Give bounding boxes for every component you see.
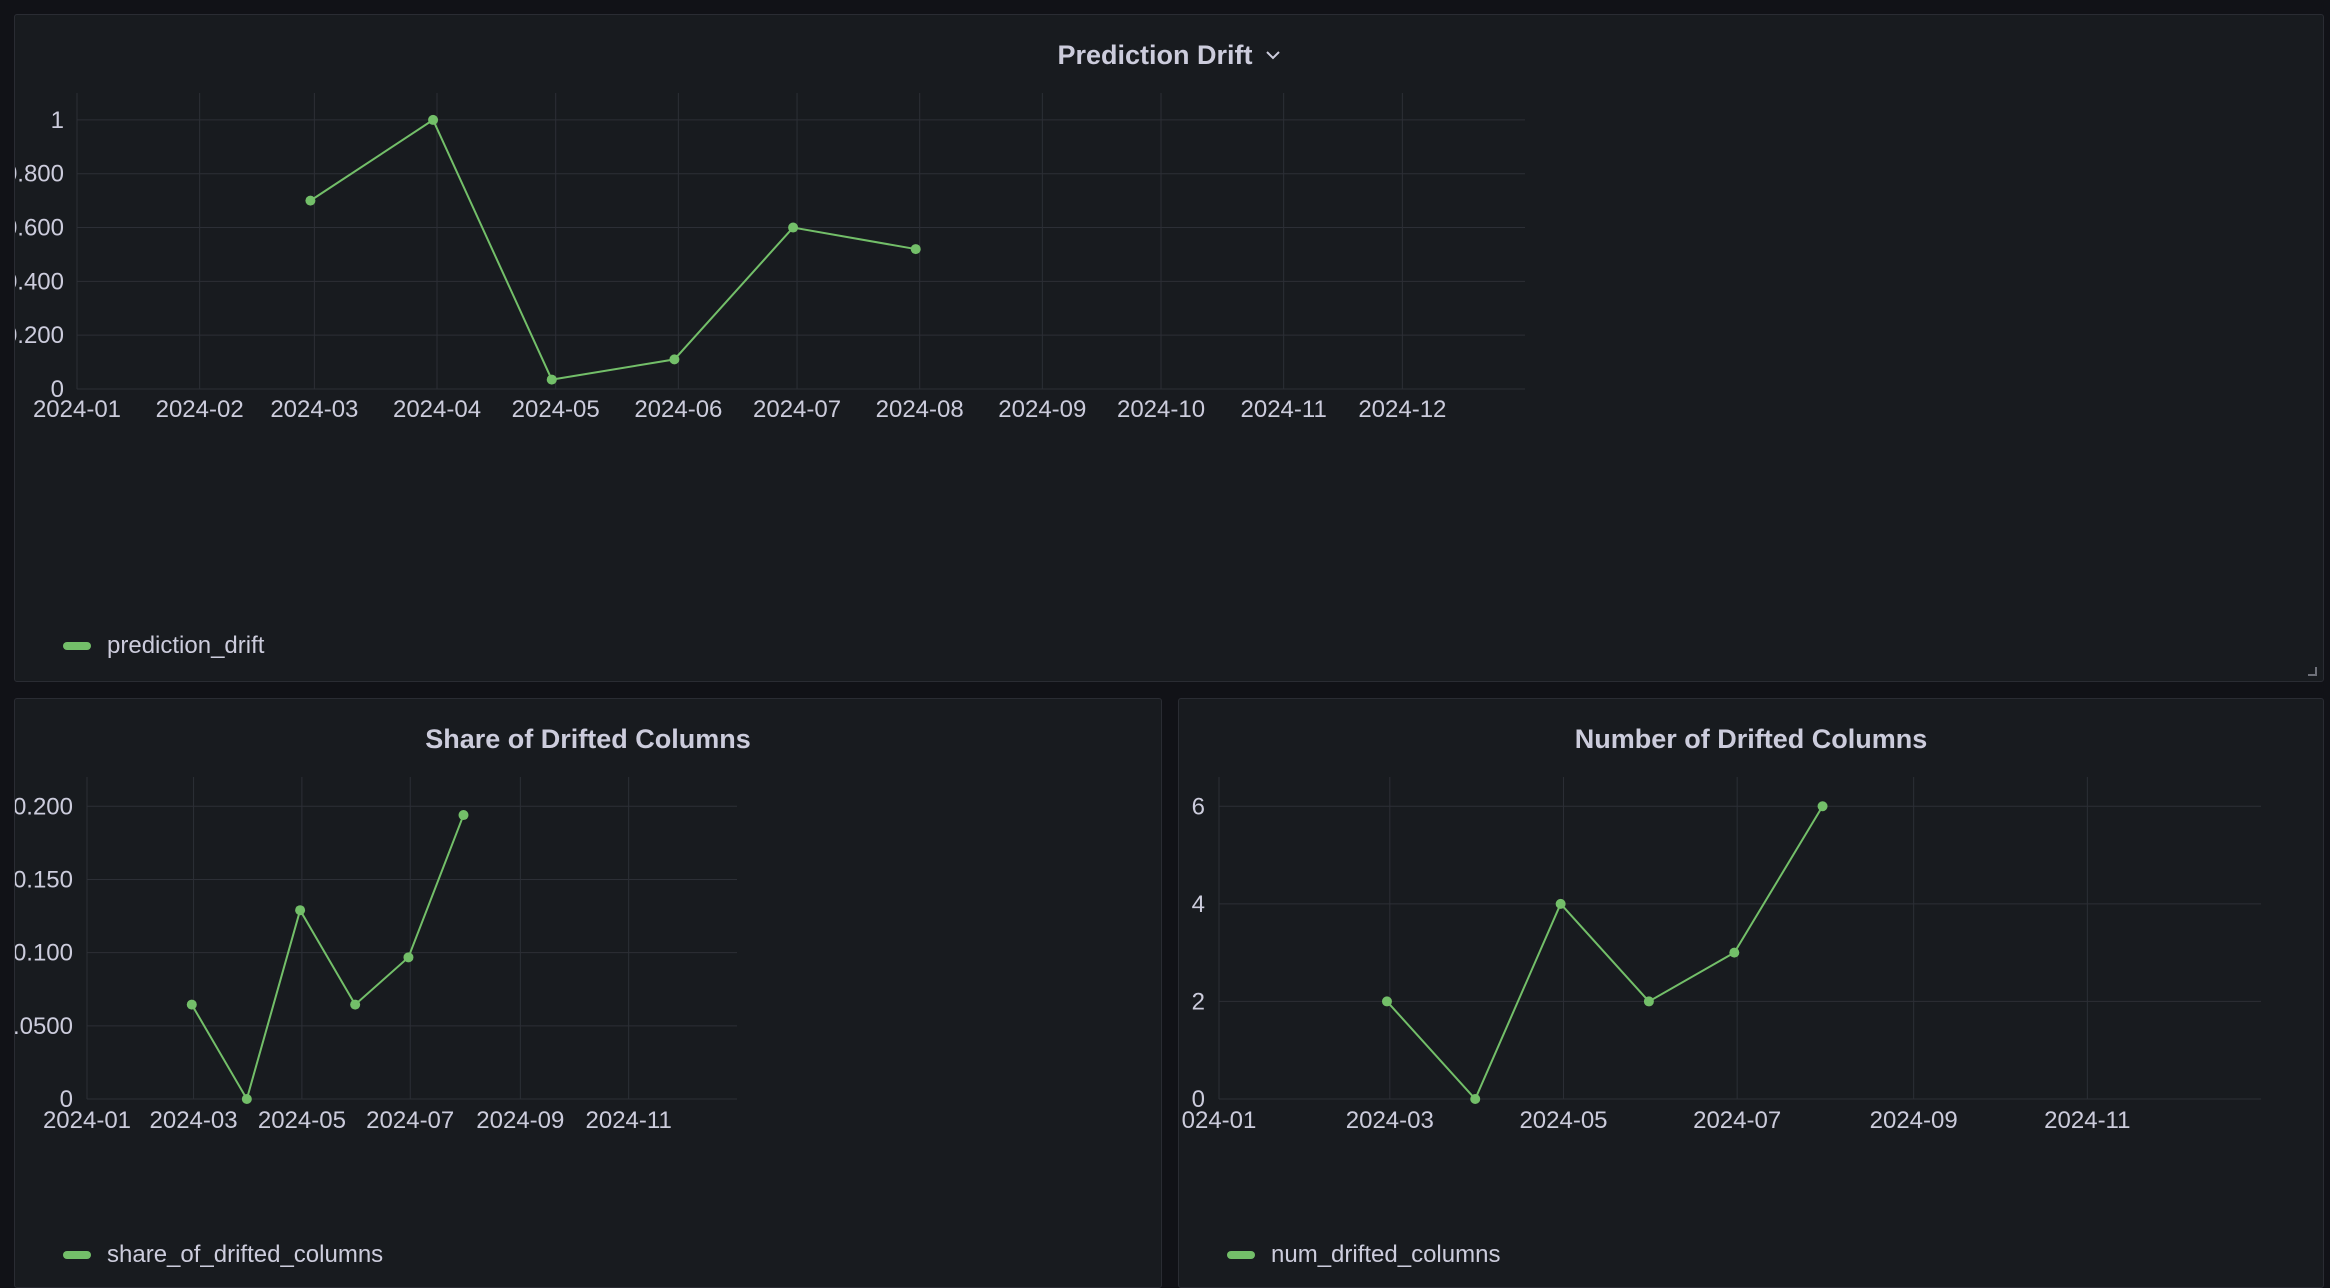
data-point[interactable] bbox=[788, 222, 799, 233]
x-tick-label: 2024-09 bbox=[1870, 1107, 1958, 1134]
data-point[interactable] bbox=[910, 244, 921, 255]
x-tick-label: 2024-02 bbox=[156, 396, 244, 423]
x-tick-label: 2024-05 bbox=[512, 396, 600, 423]
data-point[interactable] bbox=[1643, 996, 1654, 1007]
x-tick-label: 2024-11 bbox=[1241, 396, 1327, 423]
x-tick-label: 2024-05 bbox=[1519, 1107, 1607, 1134]
data-point[interactable] bbox=[458, 810, 469, 821]
x-tick-label: 2024-03 bbox=[150, 1107, 238, 1134]
legend[interactable]: num_drifted_columns bbox=[1227, 1241, 1500, 1269]
resize-handle-icon[interactable] bbox=[2305, 663, 2317, 676]
data-point[interactable] bbox=[241, 1094, 252, 1104]
x-tick-label: 2024-04 bbox=[393, 396, 481, 423]
legend-swatch bbox=[63, 642, 91, 650]
data-point[interactable] bbox=[186, 999, 197, 1010]
data-point[interactable] bbox=[428, 114, 439, 125]
legend-swatch bbox=[63, 1251, 91, 1259]
share-of-drifted-columns-panel: Share of Drifted Columns 00.05000.1000.1… bbox=[14, 698, 1162, 1288]
data-point[interactable] bbox=[350, 999, 361, 1010]
y-tick-label: 0.0500 bbox=[15, 1013, 73, 1040]
data-point[interactable] bbox=[1555, 898, 1566, 909]
x-tick-label: 2024-07 bbox=[1693, 1107, 1781, 1134]
legend-label[interactable]: share_of_drifted_columns bbox=[107, 1241, 383, 1269]
x-tick-label: 2024-05 bbox=[258, 1107, 346, 1134]
x-tick-label: 2024-01 bbox=[33, 396, 121, 423]
share-of-drifted-columns-chart[interactable]: 00.05000.1000.1500.2002024-012024-032024… bbox=[15, 699, 1162, 1288]
data-point[interactable] bbox=[546, 374, 557, 385]
x-tick-label: 024-01 bbox=[1182, 1107, 1257, 1134]
y-tick-label: 0.200 bbox=[15, 322, 64, 349]
y-tick-label: 0.200 bbox=[15, 793, 73, 820]
data-point[interactable] bbox=[1729, 947, 1740, 958]
series-line[interactable] bbox=[190, 814, 465, 1102]
data-point[interactable] bbox=[1381, 996, 1392, 1007]
x-tick-label: 2024-01 bbox=[43, 1107, 131, 1134]
data-point[interactable] bbox=[1817, 801, 1828, 812]
x-tick-label: 2024-07 bbox=[366, 1107, 454, 1134]
series-line[interactable] bbox=[1386, 805, 1824, 1101]
y-tick-label: 0.100 bbox=[15, 940, 73, 967]
x-tick-label: 2024-11 bbox=[2044, 1107, 2130, 1134]
x-tick-label: 2024-09 bbox=[998, 396, 1086, 423]
legend-label[interactable]: prediction_drift bbox=[107, 632, 264, 660]
number-of-drifted-columns-chart[interactable]: 0246024-01 2024-03 2024-05 2024-07 2024-09 20… bbox=[1179, 699, 2324, 1288]
y-tick-label: 0.800 bbox=[15, 161, 64, 188]
legend[interactable]: prediction_drift bbox=[63, 632, 264, 660]
x-tick-label: 2024-06 bbox=[634, 396, 722, 423]
x-tick-label: 2024-12 bbox=[1358, 396, 1446, 423]
y-tick-label: 0.600 bbox=[15, 215, 64, 242]
series-line[interactable] bbox=[309, 118, 916, 381]
x-tick-label: 2024-03 bbox=[1346, 1107, 1434, 1134]
x-tick-label: 2024-09 bbox=[476, 1107, 564, 1134]
legend[interactable]: share_of_drifted_columns bbox=[63, 1241, 383, 1269]
x-tick-label: 2024-07 bbox=[753, 396, 841, 423]
x-tick-label: 2024-10 bbox=[1117, 396, 1205, 423]
y-tick-label: 0.400 bbox=[15, 268, 64, 295]
y-tick-label: 0.150 bbox=[15, 866, 73, 893]
data-point[interactable] bbox=[669, 354, 680, 365]
data-point[interactable] bbox=[403, 952, 414, 963]
y-tick-label: 1 bbox=[51, 107, 64, 134]
y-tick-label: 2 bbox=[1192, 988, 1205, 1015]
data-point[interactable] bbox=[295, 905, 306, 916]
x-tick-label: 2024-11 bbox=[586, 1107, 672, 1134]
prediction-drift-chart[interactable]: 00.2000.4000.6000.80012024-012024-022024… bbox=[15, 15, 2324, 682]
number-of-drifted-columns-panel: Number of Drifted Columns 0 2 4 6 024-01 2024… bbox=[1178, 698, 2324, 1288]
data-point[interactable] bbox=[305, 195, 316, 206]
y-tick-label: 4 bbox=[1192, 891, 1205, 918]
legend-label[interactable]: num_drifted_columns bbox=[1271, 1241, 1500, 1269]
x-tick-label: 2024-08 bbox=[876, 396, 964, 423]
y-tick-label: 6 bbox=[1192, 793, 1205, 820]
legend-swatch bbox=[1227, 1251, 1255, 1259]
data-point[interactable] bbox=[1470, 1094, 1481, 1104]
x-tick-label: 2024-03 bbox=[270, 396, 358, 423]
prediction-drift-panel: Prediction Drift 00.2000.4000.6000.80012… bbox=[14, 14, 2324, 682]
